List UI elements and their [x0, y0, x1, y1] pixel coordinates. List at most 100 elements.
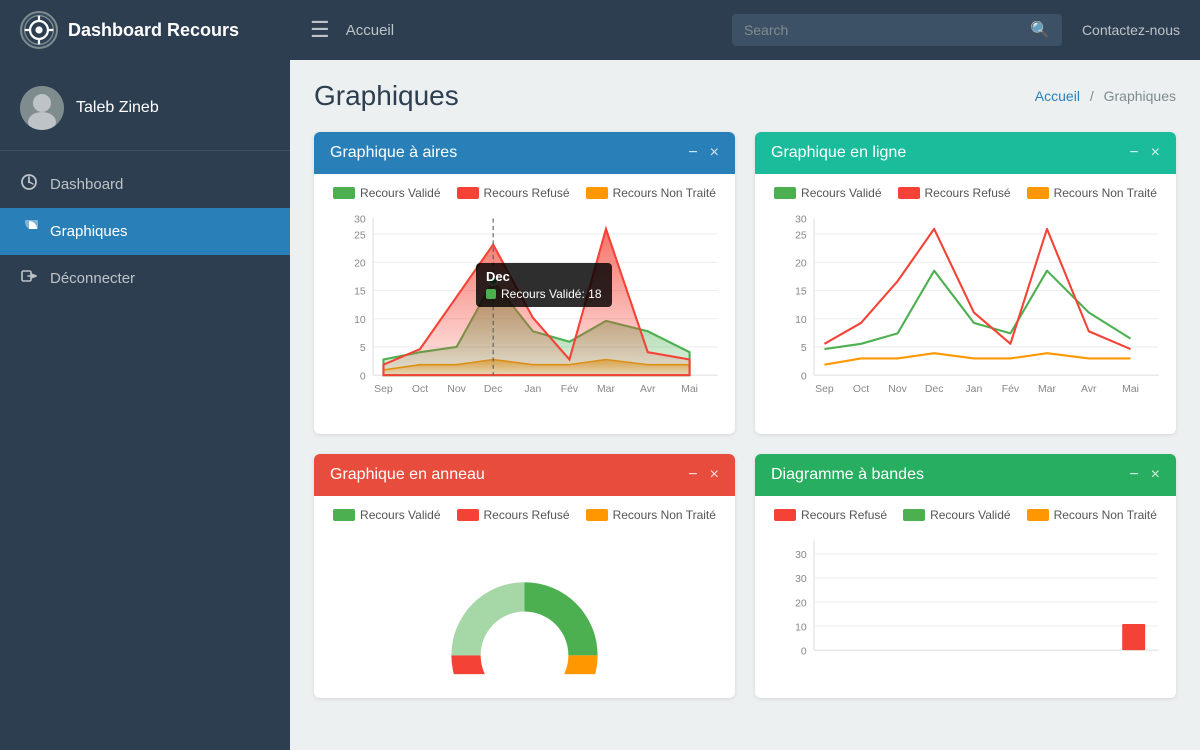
- page-title: Graphiques: [314, 80, 459, 112]
- svg-text:25: 25: [354, 230, 366, 241]
- line-legend-refuse-label: Recours Refusé: [925, 186, 1011, 200]
- donut-chart-close[interactable]: ×: [710, 466, 719, 484]
- svg-text:Jan: Jan: [965, 384, 982, 395]
- area-chart-header: Graphique à aires − ×: [314, 132, 735, 174]
- line-chart-title: Graphique en ligne: [771, 144, 906, 162]
- svg-text:Mai: Mai: [681, 384, 698, 395]
- accueil-nav-link[interactable]: Accueil: [346, 22, 394, 39]
- legend-refuse-box: [457, 187, 479, 199]
- bar-legend-refuse-label: Recours Refusé: [801, 508, 887, 522]
- area-chart-body: Recours Validé Recours Refusé Recours No…: [314, 174, 735, 434]
- bar-chart-legend: Recours Refusé Recours Validé Recours No…: [767, 508, 1164, 522]
- breadcrumb-home[interactable]: Accueil: [1035, 88, 1080, 104]
- svg-text:15: 15: [354, 287, 366, 298]
- line-chart-legend: Recours Validé Recours Refusé Recours No…: [767, 186, 1164, 200]
- sidebar-user: Taleb Zineb: [0, 70, 290, 151]
- donut-chart-legend: Recours Validé Recours Refusé Recours No…: [326, 508, 723, 522]
- topnav: Dashboard Recours ☰ Accueil 🔍 Contactez-…: [0, 0, 1200, 60]
- search-input[interactable]: [744, 22, 1030, 38]
- donut-chart-minimize[interactable]: −: [688, 466, 697, 484]
- area-chart-card: Graphique à aires − × Recours Validé: [314, 132, 735, 434]
- svg-text:Avr: Avr: [640, 384, 656, 395]
- svg-text:25: 25: [795, 230, 807, 241]
- line-legend-non-traite-label: Recours Non Traité: [1054, 186, 1157, 200]
- svg-text:0: 0: [360, 371, 366, 382]
- bar-chart-header: Diagramme à bandes − ×: [755, 454, 1176, 496]
- svg-text:Sep: Sep: [374, 384, 393, 395]
- bar-legend-valide: Recours Validé: [903, 508, 1010, 522]
- area-chart-svg: 0 5 10 15 20 25 30 Sep Oct Nov: [326, 208, 723, 417]
- donut-legend-valide-label: Recours Validé: [360, 508, 440, 522]
- legend-refuse: Recours Refusé: [457, 186, 570, 200]
- svg-text:15: 15: [795, 287, 807, 298]
- bar-chart-card: Diagramme à bandes − × Recours Refusé: [755, 454, 1176, 698]
- area-chart-legend: Recours Validé Recours Refusé Recours No…: [326, 186, 723, 200]
- svg-text:10: 10: [795, 315, 807, 326]
- svg-text:Fév: Fév: [561, 384, 579, 395]
- line-legend-non-traite: Recours Non Traité: [1027, 186, 1157, 200]
- bar-legend-non-traite-box: [1027, 509, 1049, 521]
- line-chart-body: Recours Validé Recours Refusé Recours No…: [755, 174, 1176, 434]
- svg-text:Mar: Mar: [597, 384, 615, 395]
- donut-chart-header: Graphique en anneau − ×: [314, 454, 735, 496]
- svg-text:10: 10: [795, 622, 807, 633]
- bar-chart-minimize[interactable]: −: [1129, 466, 1138, 484]
- legend-valide: Recours Validé: [333, 186, 440, 200]
- sidebar-item-deconnecter-label: Déconnecter: [50, 270, 135, 287]
- area-chart-close[interactable]: ×: [710, 144, 719, 162]
- sidebar-item-graphiques[interactable]: Graphiques: [0, 208, 290, 255]
- bar-chart-title: Diagramme à bandes: [771, 466, 924, 484]
- donut-legend-valide-box: [333, 509, 355, 521]
- donut-legend-refuse-label: Recours Refusé: [484, 508, 570, 522]
- logo-text: Dashboard Recours: [68, 20, 239, 41]
- bar-legend-valide-box: [903, 509, 925, 521]
- donut-legend-refuse-box: [457, 509, 479, 521]
- bar-chart-actions: − ×: [1129, 466, 1160, 484]
- donut-legend-valide: Recours Validé: [333, 508, 440, 522]
- svg-text:Jan: Jan: [524, 384, 541, 395]
- svg-text:Oct: Oct: [412, 384, 428, 395]
- svg-text:10: 10: [354, 315, 366, 326]
- line-chart-minimize[interactable]: −: [1129, 144, 1138, 162]
- donut-chart-body: Recours Validé Recours Refusé Recours No…: [314, 496, 735, 693]
- donut-legend-non-traite: Recours Non Traité: [586, 508, 716, 522]
- donut-chart-card: Graphique en anneau − × Recours Validé: [314, 454, 735, 698]
- svg-text:Dec: Dec: [484, 384, 503, 395]
- bar-chart-close[interactable]: ×: [1151, 466, 1160, 484]
- svg-text:Avr: Avr: [1081, 384, 1097, 395]
- sidebar-nav: Dashboard Graphiques: [0, 151, 290, 312]
- svg-text:20: 20: [795, 259, 807, 270]
- area-chart-title: Graphique à aires: [330, 144, 457, 162]
- contact-link[interactable]: Contactez-nous: [1082, 22, 1180, 38]
- svg-text:Nov: Nov: [888, 384, 907, 395]
- hamburger-icon[interactable]: ☰: [310, 17, 330, 43]
- dashboard-icon: [20, 173, 38, 196]
- donut-legend-non-traite-box: [586, 509, 608, 521]
- bar-chart-body: Recours Refusé Recours Validé Recours No…: [755, 496, 1176, 698]
- breadcrumb-current: Graphiques: [1104, 88, 1176, 104]
- sidebar-item-graphiques-label: Graphiques: [50, 223, 128, 240]
- svg-text:20: 20: [795, 598, 807, 609]
- line-chart-header: Graphique en ligne − ×: [755, 132, 1176, 174]
- bar-legend-valide-label: Recours Validé: [930, 508, 1010, 522]
- line-chart-close[interactable]: ×: [1151, 144, 1160, 162]
- svg-text:Dec: Dec: [925, 384, 944, 395]
- legend-non-traite-label: Recours Non Traité: [613, 186, 716, 200]
- svg-text:30: 30: [795, 550, 807, 561]
- area-chart-minimize[interactable]: −: [688, 144, 697, 162]
- svg-text:Fév: Fév: [1002, 384, 1020, 395]
- sidebar-username: Taleb Zineb: [76, 99, 159, 117]
- svg-text:Mar: Mar: [1038, 384, 1056, 395]
- sidebar-item-dashboard[interactable]: Dashboard: [0, 161, 290, 208]
- line-chart-card: Graphique en ligne − × Recours Validé: [755, 132, 1176, 434]
- bar-legend-refuse: Recours Refusé: [774, 508, 887, 522]
- svg-text:Oct: Oct: [853, 384, 869, 395]
- donut-chart-actions: − ×: [688, 466, 719, 484]
- svg-text:5: 5: [360, 343, 366, 354]
- logo: Dashboard Recours: [20, 11, 310, 49]
- search-bar: 🔍: [732, 14, 1062, 46]
- svg-text:30: 30: [354, 215, 366, 226]
- line-legend-refuse-box: [898, 187, 920, 199]
- sidebar-item-deconnecter[interactable]: Déconnecter: [0, 255, 290, 302]
- svg-text:30: 30: [795, 574, 807, 585]
